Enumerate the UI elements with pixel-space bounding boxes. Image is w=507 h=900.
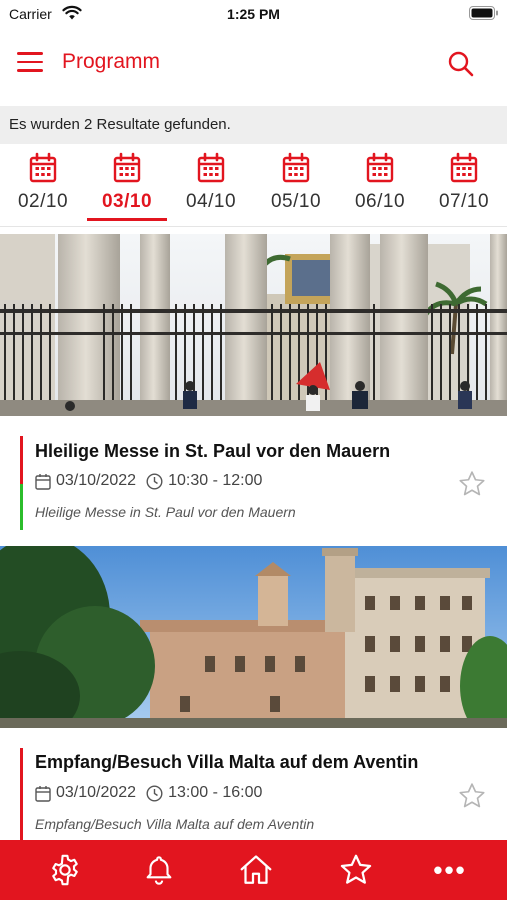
date-tabs: 02/10 03/10 04/10 05/10 06/10 07/10 [0, 148, 507, 228]
event-description: Empfang/Besuch Villa Malta auf dem Avent… [35, 816, 315, 832]
home-icon [240, 855, 272, 884]
favorite-button[interactable] [457, 781, 487, 811]
date-tab-label: 06/10 [354, 191, 406, 212]
bell-icon [146, 856, 172, 885]
star-outline-icon [459, 471, 485, 496]
results-count: Es wurden 2 Resultate gefunden. [0, 106, 507, 144]
search-button[interactable] [447, 50, 475, 78]
active-tab-indicator [87, 218, 167, 221]
date-tab-label: 04/10 [185, 191, 237, 212]
event-time: 10:30 - 12:00 [168, 472, 263, 489]
villa-photo [0, 546, 507, 728]
menu-button[interactable] [17, 52, 43, 74]
category-marker-red [20, 436, 23, 484]
date-tab[interactable]: 02/10 [3, 148, 83, 224]
star-outline-icon [459, 783, 485, 808]
category-marker-red [20, 748, 23, 840]
hamburger-icon [17, 52, 43, 72]
star-icon [340, 854, 372, 884]
event-meta: 03/10/2022 10:30 - 12:00 [35, 472, 262, 490]
nav-notifications[interactable] [139, 850, 179, 890]
event-description: Hleilige Messe in St. Paul vor den Mauer… [35, 504, 296, 520]
event-date: 03/10/2022 [56, 784, 137, 801]
event-title: Hleilige Messe in St. Paul vor den Mauer… [35, 441, 391, 461]
page-title: Programm [62, 50, 161, 73]
date-tab[interactable]: 05/10 [256, 148, 336, 224]
basilica-photo [0, 234, 507, 416]
gear-icon [52, 854, 78, 886]
date-tab[interactable]: 07/10 [424, 148, 504, 224]
more-icon: ••• [433, 855, 467, 885]
date-tab[interactable]: 06/10 [340, 148, 420, 224]
event-meta: 03/10/2022 13:00 - 16:00 [35, 784, 262, 802]
calendar-small-icon [35, 473, 51, 490]
event-time: 13:00 - 16:00 [168, 784, 263, 801]
date-tab[interactable]: 04/10 [171, 148, 251, 224]
category-marker-green [20, 484, 23, 530]
date-tab-label: 05/10 [270, 191, 322, 212]
nav-settings[interactable] [45, 850, 85, 890]
status-bar: Carrier 1:25 PM [0, 0, 507, 30]
event-image[interactable] [0, 546, 507, 728]
calendar-icon [450, 152, 478, 183]
event-title: Empfang/Besuch Villa Malta auf dem Avent… [35, 752, 419, 772]
divider [0, 226, 507, 227]
bottom-nav: ••• [0, 840, 507, 900]
calendar-icon [113, 152, 141, 183]
event-image[interactable] [0, 234, 507, 416]
date-tab-label: 02/10 [17, 191, 69, 212]
event-date: 03/10/2022 [56, 472, 137, 489]
nav-more[interactable]: ••• [430, 850, 470, 890]
clock-icon [146, 784, 163, 802]
app-screen: Carrier 1:25 PM Programm Es wurden 2 Res… [0, 0, 507, 900]
calendar-icon [282, 152, 310, 183]
calendar-small-icon [35, 785, 51, 802]
date-tab-label: 03/10 [101, 191, 153, 212]
favorite-button[interactable] [457, 469, 487, 499]
nav-home[interactable] [236, 850, 276, 890]
calendar-icon [366, 152, 394, 183]
search-icon [448, 51, 474, 77]
clock-icon [146, 472, 163, 490]
calendar-icon [29, 152, 57, 183]
date-tab-label: 07/10 [438, 191, 490, 212]
calendar-icon [197, 152, 225, 183]
date-tab-active[interactable]: 03/10 [87, 148, 167, 224]
event-card[interactable]: Hleilige Messe in St. Paul vor den Mauer… [0, 416, 507, 544]
battery-icon [469, 6, 498, 20]
clock: 1:25 PM [227, 6, 280, 22]
nav-favorites[interactable] [336, 850, 376, 890]
event-card[interactable]: Empfang/Besuch Villa Malta auf dem Avent… [0, 728, 507, 840]
app-header: Programm [0, 30, 507, 104]
